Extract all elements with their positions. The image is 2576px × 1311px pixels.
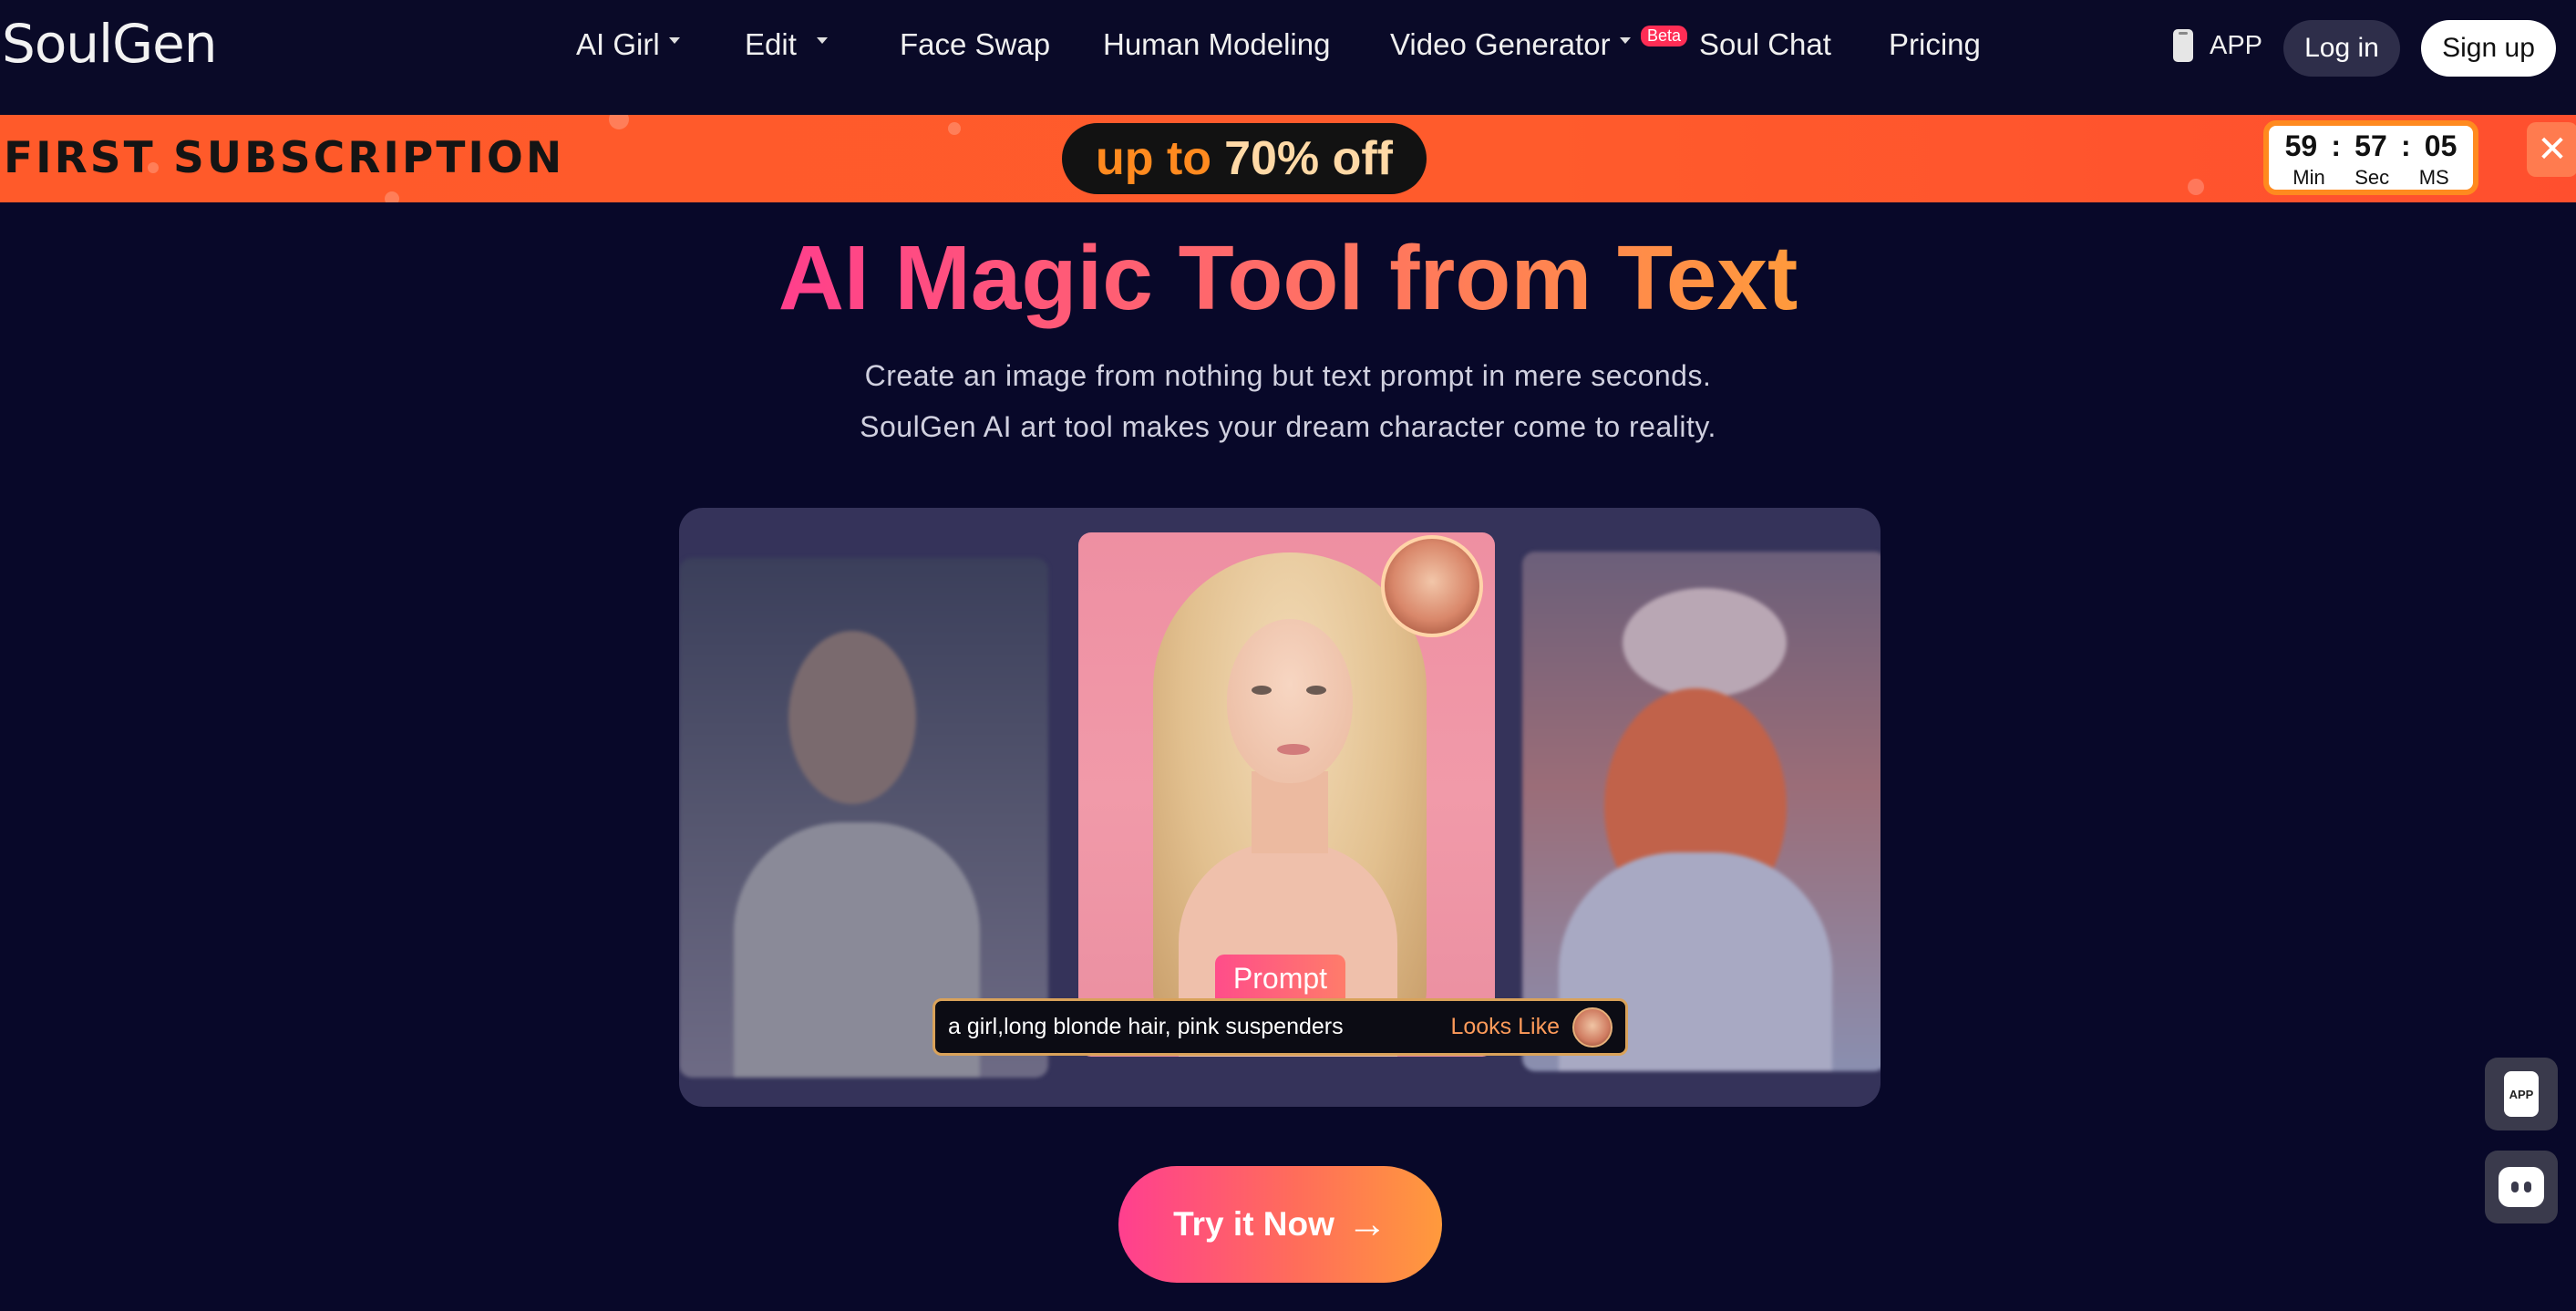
portrait-eye [1306,686,1326,695]
arrow-right-icon: → [1346,1202,1387,1246]
nav-item-label: Human Modeling [1103,27,1331,61]
nav-item-soul-chat[interactable]: Soul Chat [1699,27,1831,62]
portrait-face [1227,619,1353,783]
timer-min-label: Min [2293,166,2325,189]
app-link-label: APP [2210,30,2263,60]
nav-item-pricing[interactable]: Pricing [1889,27,1981,62]
floating-chat-button[interactable] [2485,1151,2558,1223]
hero-subtitle-line-2: SoulGen AI art tool makes your dream cha… [860,410,1716,443]
promo-banner[interactable]: FIRST SUBSCRIPTION up to 70% off 59 : 57… [0,115,2576,202]
decor-dot [948,122,961,135]
app-icon: APP [2504,1071,2539,1117]
blurred-figure [1623,588,1787,697]
timer-separator: : [2331,129,2341,162]
offer-prefix: up to [1096,132,1212,185]
chat-icon [2499,1167,2544,1207]
prompt-tag: Prompt [1215,955,1345,1002]
login-button[interactable]: Log in [2283,20,2400,77]
decor-dot [2188,179,2204,195]
offer-value: 70% off [1224,132,1393,185]
portrait-lips [1277,744,1310,755]
beta-badge: Beta [1641,26,1688,46]
promo-headline: FIRST SUBSCRIPTION [4,133,565,183]
reference-face-avatar [1381,535,1483,637]
nav-item-label: Video Generator [1390,27,1611,61]
chevron-down-icon [816,36,828,44]
signup-button[interactable]: Sign up [2421,20,2556,77]
nav-item-label: Face Swap [900,27,1051,61]
timer-ms: 05 [2424,129,2458,162]
chevron-down-icon [1619,36,1631,44]
cta-label: Try it Now [1173,1205,1334,1243]
chevron-down-icon [668,36,680,44]
countdown-timer: 59 : 57 : 05 Min Sec MS [2263,120,2478,195]
decor-dot [385,191,399,202]
nav-item-label: Pricing [1889,27,1981,61]
top-navigation: SoulGen AI Girl Edit Face Swap Human Mod… [0,0,2576,115]
looks-like-label: Looks Like [1450,1014,1560,1039]
hero-subtitle-line-1: Create an image from nothing but text pr… [864,359,1712,392]
phone-icon [2173,29,2193,62]
close-icon[interactable]: ✕ [2527,122,2576,177]
timer-ms-label: MS [2418,166,2449,189]
decor-dot [609,115,629,129]
prompt-bar: a girl,long blonde hair, pink suspenders… [933,998,1628,1056]
timer-seconds: 57 [2354,129,2387,162]
brand-logo[interactable]: SoulGen [2,13,218,75]
timer-sec-label: Sec [2354,166,2390,189]
floating-app-button[interactable]: APP [2485,1058,2558,1130]
sample-image-right[interactable] [1522,552,1880,1071]
nav-item-label: Soul Chat [1699,27,1831,61]
hero-title-text: AI Magic Tool from Text [778,227,1798,329]
discount-pill: up to 70% off [1062,123,1427,194]
timer-separator: : [2400,129,2411,162]
try-it-now-button[interactable]: Try it Now → [1118,1166,1442,1283]
portrait-neck [1252,771,1328,853]
timer-minutes: 59 [2284,129,2318,162]
nav-item-ai-girl[interactable]: AI Girl [576,27,680,62]
nav-item-video-generator[interactable]: Video Generator [1390,27,1631,62]
nav-item-human-modeling[interactable]: Human Modeling [1103,27,1330,62]
page-title: AI Magic Tool from Text [0,226,2576,331]
prompt-text: a girl,long blonde hair, pink suspenders [948,1014,1344,1039]
nav-item-label: Edit [745,27,797,61]
nav-item-edit[interactable]: Edit [745,27,828,62]
looks-like-avatar [1572,1006,1613,1048]
nav-item-label: AI Girl [576,27,660,61]
blurred-figure [788,631,916,804]
app-download-link[interactable]: APP [2173,29,2262,62]
nav-item-face-swap[interactable]: Face Swap [900,27,1050,62]
portrait-eye [1252,686,1272,695]
